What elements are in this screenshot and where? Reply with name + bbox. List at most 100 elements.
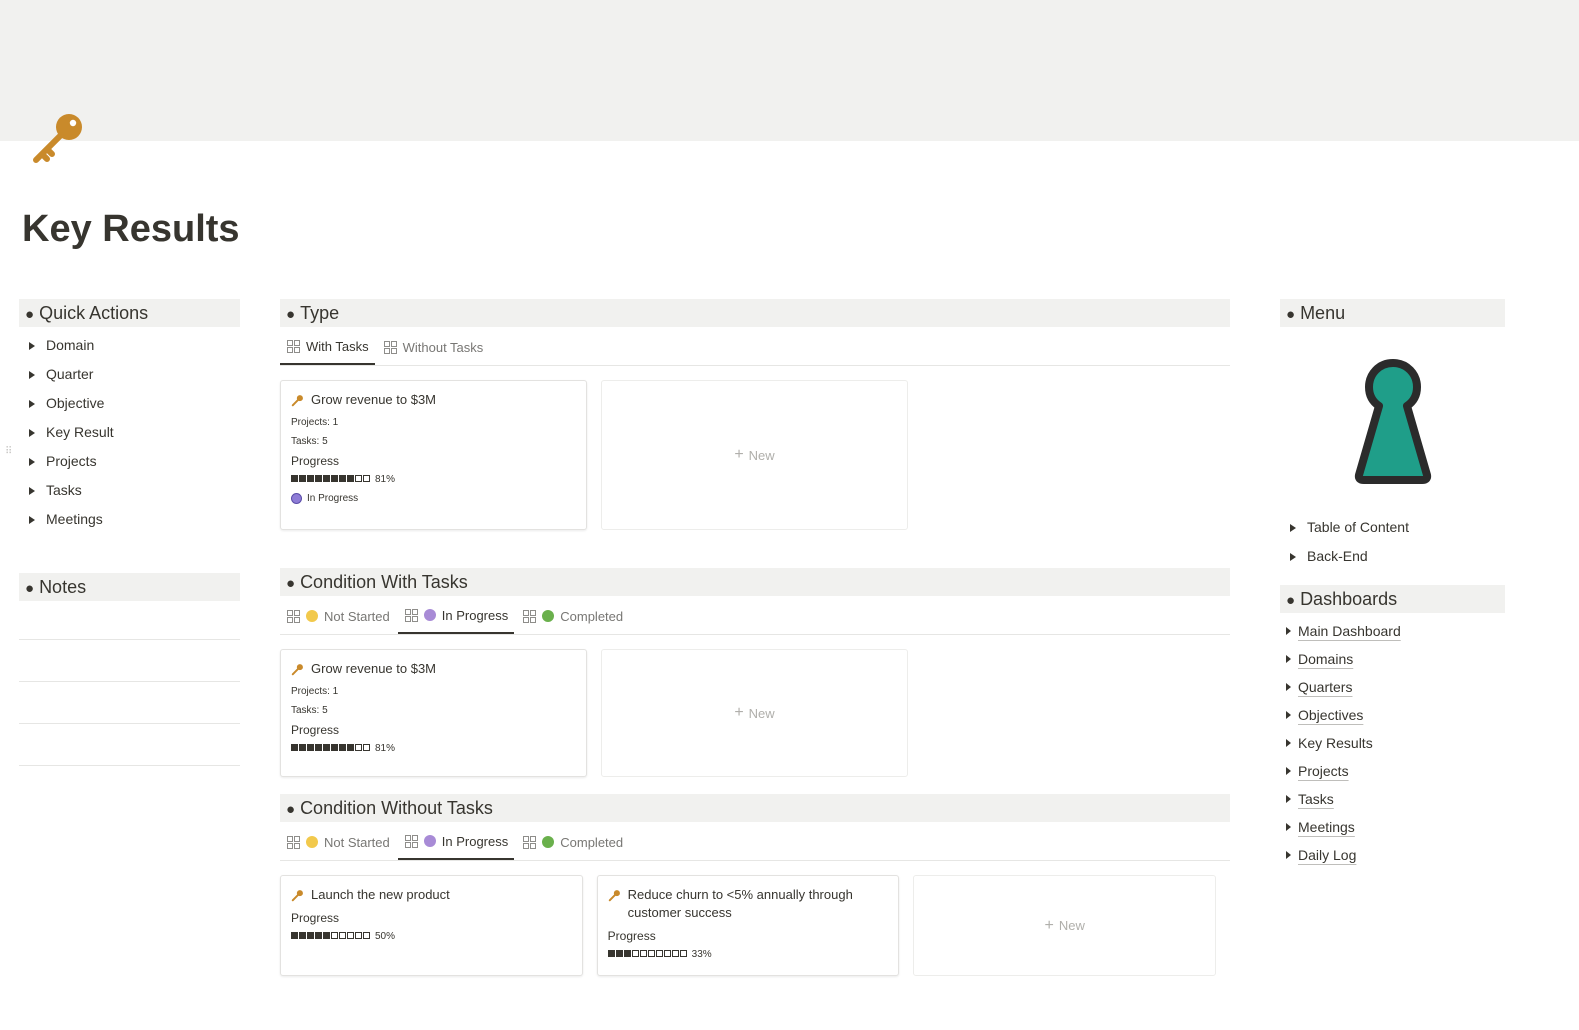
progress-square <box>315 475 322 482</box>
progress-square <box>355 744 362 751</box>
quick-action-domain[interactable]: Domain <box>19 331 240 360</box>
toggle-arrow-icon[interactable] <box>29 341 35 350</box>
status-dot-icon <box>306 836 318 848</box>
condition-without-tasks-section: ● Condition Without Tasks Not Started In … <box>280 794 1230 976</box>
toggle-arrow-icon[interactable] <box>29 515 35 524</box>
quick-action-quarter[interactable]: Quarter <box>19 360 240 389</box>
dashboard-link-projects[interactable]: Projects <box>1280 757 1505 785</box>
key-result-card[interactable]: Grow revenue to $3M Projects: 1 Tasks: 5… <box>280 380 587 530</box>
progress-square <box>631 950 639 957</box>
tab-completed[interactable]: Completed <box>516 598 629 634</box>
progress-square <box>655 950 663 957</box>
tab-without-tasks[interactable]: Without Tasks <box>377 329 490 365</box>
bullet-icon: ● <box>286 801 296 818</box>
gallery-icon <box>404 608 418 622</box>
progress-square <box>347 744 354 751</box>
status-dot-icon <box>291 493 302 504</box>
dashboard-link-objectives[interactable]: Objectives <box>1280 701 1505 729</box>
quick-action-tasks[interactable]: Tasks <box>19 476 240 505</box>
progress-bar: 50% <box>291 931 572 942</box>
gallery-icon <box>287 609 300 623</box>
menu-list: Table of Content Back-End <box>1280 513 1505 571</box>
key-icon[interactable] <box>28 108 88 168</box>
progress-square <box>671 950 679 957</box>
plus-icon: + <box>1044 916 1054 934</box>
gallery-icon <box>523 609 537 623</box>
tab-not-started[interactable]: Not Started <box>280 824 396 860</box>
toggle-arrow-icon <box>1286 795 1291 803</box>
toggle-arrow-icon[interactable] <box>29 486 35 495</box>
tab-not-started[interactable]: Not Started <box>280 598 396 634</box>
progress-square <box>663 950 671 957</box>
dashboard-link-main-dashboard[interactable]: Main Dashboard <box>1280 617 1505 645</box>
progress-square <box>307 932 314 939</box>
progress-square <box>315 932 322 939</box>
key-icon <box>291 664 303 676</box>
projects-count: Projects: 1 <box>291 417 339 428</box>
progress-square <box>363 744 370 751</box>
progress-square <box>299 475 306 482</box>
condition-with-tasks-cards: Grow revenue to $3M Projects: 1 Tasks: 5… <box>280 649 1230 777</box>
tab-in-progress[interactable]: In Progress <box>397 824 515 860</box>
dashboard-link-domains[interactable]: Domains <box>1280 645 1505 673</box>
toggle-arrow-icon[interactable] <box>29 457 35 466</box>
progress-square <box>615 950 623 957</box>
status-dot-icon <box>423 835 436 847</box>
drag-handle-icon[interactable]: ⠿ <box>5 447 12 457</box>
condition-with-tasks-tabs: Not Started In Progress Completed <box>280 598 1230 635</box>
progress-percent: 33% <box>691 949 712 960</box>
quick-action-meetings[interactable]: Meetings <box>19 505 240 534</box>
note-line[interactable] <box>19 724 240 766</box>
progress-square <box>623 950 631 957</box>
key-result-card[interactable]: Grow revenue to $3M Projects: 1 Tasks: 5… <box>280 649 587 777</box>
toggle-arrow-icon[interactable] <box>1290 552 1296 561</box>
menu-item-back-end[interactable]: Back-End <box>1280 542 1505 571</box>
quick-action-projects[interactable]: Projects <box>19 447 240 476</box>
card-title: Reduce churn to <5% annually through cus… <box>627 887 853 920</box>
progress-square <box>363 475 370 482</box>
tab-completed[interactable]: Completed <box>516 824 629 860</box>
quick-action-objective[interactable]: Objective <box>19 389 240 418</box>
toggle-arrow-icon <box>1286 627 1291 635</box>
page-title: Key Results <box>22 208 240 250</box>
note-line[interactable] <box>19 682 240 724</box>
key-icon <box>291 395 303 407</box>
type-section: ● Type With Tasks Without Tasks Grow reve… <box>280 299 1230 530</box>
key-result-card[interactable]: Launch the new product Progress 50% <box>280 875 583 976</box>
progress-label: Progress <box>291 454 340 468</box>
toggle-arrow-icon <box>1286 823 1291 831</box>
progress-percent: 50% <box>375 931 396 942</box>
bullet-icon: ● <box>1286 592 1296 609</box>
progress-label: Progress <box>291 911 340 925</box>
dashboard-link-daily-log[interactable]: Daily Log <box>1280 841 1505 869</box>
new-card-button[interactable]: + New <box>601 649 908 777</box>
condition-without-tasks-header: ● Condition Without Tasks <box>280 794 1230 822</box>
toggle-arrow-icon[interactable] <box>1290 523 1296 532</box>
progress-square <box>347 932 354 939</box>
dashboard-link-tasks[interactable]: Tasks <box>1280 785 1505 813</box>
new-card-button[interactable]: + New <box>601 380 908 530</box>
new-card-button[interactable]: + New <box>913 875 1217 976</box>
dashboard-link-key-results: Key Results <box>1280 729 1505 757</box>
progress-square <box>363 932 370 939</box>
tasks-count: Tasks: 5 <box>291 436 328 447</box>
key-result-card[interactable]: Reduce churn to <5% annually through cus… <box>596 875 900 976</box>
note-line[interactable] <box>19 601 240 640</box>
tab-with-tasks[interactable]: With Tasks <box>280 329 375 365</box>
toggle-arrow-icon[interactable] <box>29 399 35 408</box>
dashboard-link-meetings[interactable]: Meetings <box>1280 813 1505 841</box>
progress-square <box>291 744 298 751</box>
quick-action-key-result[interactable]: Key Result <box>19 418 240 447</box>
progress-square <box>639 950 647 957</box>
toggle-arrow-icon[interactable] <box>29 370 35 379</box>
menu-item-table-of-content[interactable]: Table of Content <box>1280 513 1505 542</box>
progress-bar: 81% <box>291 743 576 754</box>
progress-square <box>331 475 338 482</box>
toggle-arrow-icon <box>1286 711 1291 719</box>
status-dot-icon <box>542 836 555 848</box>
type-tabs: With Tasks Without Tasks <box>280 329 1230 366</box>
note-line[interactable] <box>19 640 240 682</box>
tab-in-progress[interactable]: In Progress <box>397 598 515 634</box>
dashboard-link-quarters[interactable]: Quarters <box>1280 673 1505 701</box>
toggle-arrow-icon[interactable] <box>29 428 35 437</box>
